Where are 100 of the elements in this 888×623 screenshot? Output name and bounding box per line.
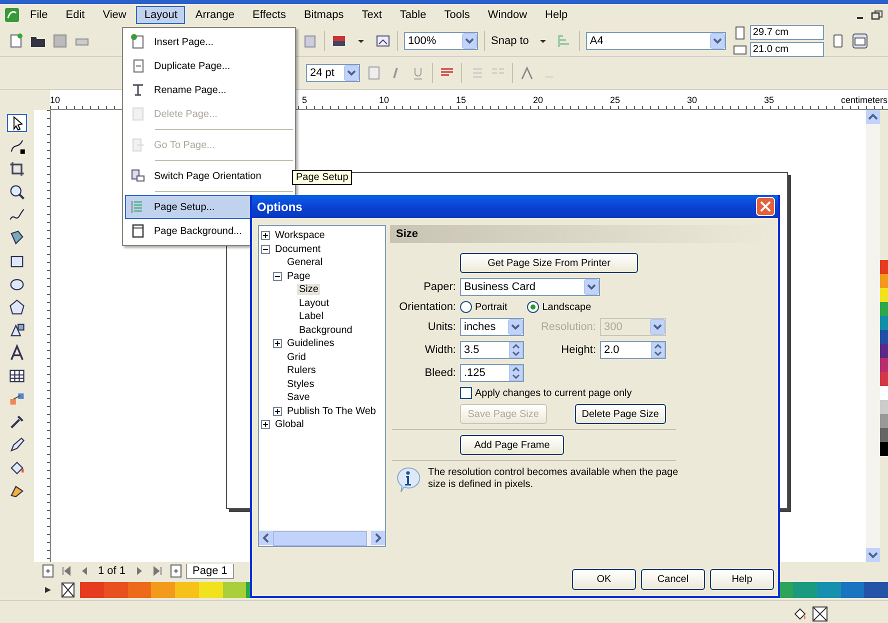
landscape-icon[interactable] [852,33,868,49]
menu-item[interactable]: Switch Page Orientation [125,164,293,188]
menu-item[interactable]: Window [480,6,536,24]
expand-icon[interactable] [273,406,282,416]
close-icon[interactable] [756,197,775,216]
height-field[interactable]: 2.0 [600,341,666,359]
checkbox-label[interactable]: Apply changes to current page only [475,388,632,398]
scroll-up-icon[interactable] [866,110,880,124]
add-page-icon[interactable] [168,563,184,579]
tree-item[interactable]: Size [297,284,320,296]
dialog-button[interactable]: OK [572,568,636,590]
menu-item[interactable]: Rename Page... [125,78,293,102]
tree-item[interactable]: Global [273,419,306,430]
menu-item[interactable]: Help [537,6,576,24]
checkbox[interactable] [460,387,472,399]
collapse-icon[interactable] [261,244,270,254]
tree-item[interactable]: Rulers [285,365,318,376]
paper-size-dropdown[interactable]: A4 [586,32,726,50]
table-icon[interactable] [7,367,27,385]
spinner-icon[interactable] [509,365,523,381]
get-page-size-button[interactable]: Get Page Size From Printer [460,253,638,273]
resolution-label: Resolution: [540,321,596,333]
tree-item[interactable]: Workspace [273,230,327,242]
ruler-label: 5 [302,95,308,105]
orientation-radio[interactable]: Landscape [527,301,592,313]
delete-page-size-button[interactable]: Delete Page Size [574,404,666,424]
zoom-dropdown[interactable]: 100% [404,32,478,50]
text-edit-icon[interactable] [519,65,535,81]
paper-label: Paper: [422,281,456,293]
expand-icon[interactable] [261,420,270,430]
scroll-right-icon[interactable] [371,531,385,545]
pointer-icon[interactable] [7,114,27,132]
width-field[interactable]: 3.5 [460,341,524,359]
scroll-down-icon[interactable] [866,548,880,562]
menu-item[interactable]: Bitmaps [296,6,352,24]
menu-item[interactable]: Tools [436,6,478,24]
tree-item[interactable]: Label [297,311,326,322]
vertical-scrollbar[interactable] [866,110,880,562]
dialog-button[interactable]: Help [710,568,774,590]
tree-item[interactable]: Styles [285,378,316,390]
info-icon [396,467,420,493]
no-outline-icon[interactable] [812,606,828,622]
app-icon[interactable] [4,7,20,23]
scroll-left-icon[interactable] [259,531,273,545]
add-page-icon[interactable] [40,563,56,579]
expand-icon[interactable] [261,231,270,240]
menu-item[interactable]: Table [392,6,434,24]
bleed-field[interactable]: .125 [460,364,524,382]
info-text: The resolution control becomes available when the page size is defined in pixels. [428,467,680,491]
tree-item[interactable]: Layout [297,298,332,309]
new-document-icon[interactable] [8,33,24,49]
expand-icon[interactable] [273,339,282,348]
units-dropdown[interactable]: inches [460,318,524,336]
restore-icon[interactable] [870,9,884,21]
tooltip: Page Setup [292,170,352,185]
orientation-radio[interactable]: Portrait [460,301,508,313]
menu-item[interactable]: Layout [136,6,186,24]
ruler-label: 30 [687,95,698,105]
ruler-label: 25 [610,95,620,105]
scrollbar-thumb[interactable] [273,530,367,546]
tree-item[interactable]: Save [285,392,312,404]
page-width-field[interactable]: 29.7 cm [750,25,824,40]
export-icon[interactable] [375,33,391,49]
menu-item[interactable]: Edit [58,6,93,24]
no-color-icon[interactable] [60,582,76,598]
spinner-icon[interactable] [651,342,665,358]
spinner-icon[interactable] [509,342,523,358]
paste-icon[interactable] [302,33,318,49]
add-page-frame-button[interactable]: Add Page Frame [460,435,564,455]
horizontal-scrollbar[interactable] [259,530,385,546]
collapse-icon[interactable] [273,272,282,281]
ruler-unit: centimeters [841,95,888,107]
menu-item[interactable]: Insert Page... [125,30,293,54]
tree-item[interactable]: Publish To The Web [285,406,378,417]
radio-icon[interactable] [460,301,472,313]
snap-to-menu[interactable]: Snap to [491,35,529,47]
menu-item[interactable]: Arrange [187,6,243,24]
height-label: Height: [560,344,596,356]
dialog-button[interactable]: Cancel [641,568,705,590]
import-icon[interactable] [331,33,347,49]
tree-item[interactable]: Guidelines [285,338,336,350]
menu-item[interactable]: Effects [244,6,294,24]
menu-item[interactable]: Duplicate Page... [125,54,293,78]
page-tab[interactable]: Page 1 [186,564,234,578]
ruler-label: 35 [764,95,774,105]
tree-item[interactable]: General [285,257,325,268]
polygon-icon[interactable] [7,298,27,316]
menu-item[interactable]: View [94,6,134,24]
tree-item[interactable]: Page [285,270,312,282]
tree-item[interactable]: Document [273,244,323,255]
tree-item[interactable]: Background [297,324,354,336]
radio-icon[interactable] [527,301,540,313]
paper-dropdown[interactable]: Business Card [460,278,600,296]
page-height-field[interactable]: 21.0 cm [750,42,824,57]
menu-item[interactable]: File [22,6,56,24]
ruler-label: 10 [379,95,390,105]
tree-item[interactable]: Grid [285,352,308,363]
font-size-dropdown[interactable]: 24 pt [306,64,360,82]
menu-item[interactable]: Text [354,6,390,24]
fill-icon[interactable] [792,606,808,622]
